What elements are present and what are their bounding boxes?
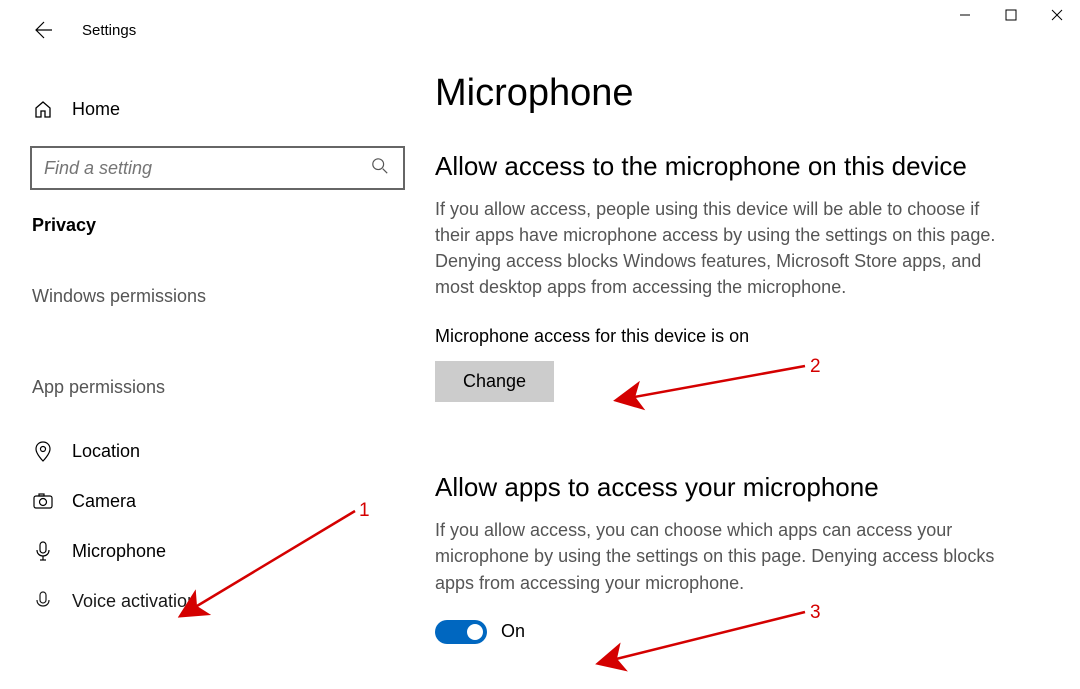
- section-allow-apps-desc: If you allow access, you can choose whic…: [435, 517, 1015, 595]
- category-privacy: Privacy: [20, 190, 415, 246]
- microphone-icon: [32, 540, 54, 562]
- sidebar: Settings Home Privacy Windows permission…: [0, 0, 435, 689]
- nav-item-label: Voice activation: [72, 591, 197, 612]
- allow-apps-toggle-label: On: [501, 621, 525, 642]
- location-icon: [32, 440, 54, 462]
- nav-home-label: Home: [72, 99, 120, 120]
- search-input[interactable]: [44, 158, 371, 179]
- title-row: Settings: [20, 0, 415, 50]
- change-button[interactable]: Change: [435, 361, 554, 402]
- search-icon: [371, 157, 391, 180]
- settings-window: Settings Home Privacy Windows permission…: [0, 0, 1080, 689]
- search-box[interactable]: [30, 146, 405, 190]
- nav-home[interactable]: Home: [20, 80, 415, 138]
- nav-item-label: Microphone: [72, 541, 166, 562]
- section-allow-device-access-heading: Allow access to the microphone on this d…: [435, 151, 1060, 182]
- close-button[interactable]: [1034, 0, 1080, 30]
- section-allow-apps-heading: Allow apps to access your microphone: [435, 472, 1060, 503]
- main-content: Microphone Allow access to the microphon…: [435, 0, 1080, 689]
- back-button[interactable]: [30, 18, 54, 42]
- voice-activation-icon: [32, 590, 54, 612]
- section-allow-device-access-desc: If you allow access, people using this d…: [435, 196, 1015, 300]
- nav-item-label: Location: [72, 441, 140, 462]
- app-title: Settings: [82, 22, 136, 39]
- home-icon: [32, 98, 54, 120]
- nav-item-camera[interactable]: Camera: [20, 476, 415, 526]
- group-windows-permissions: Windows permissions: [20, 246, 415, 321]
- nav-item-voice-activation[interactable]: Voice activation: [20, 576, 415, 626]
- device-access-status: Microphone access for this device is on: [435, 326, 1060, 347]
- group-app-permissions: App permissions: [20, 321, 415, 412]
- arrow-left-icon: [32, 20, 52, 40]
- camera-icon: [32, 490, 54, 512]
- minimize-button[interactable]: [942, 0, 988, 30]
- window-controls: [942, 0, 1080, 40]
- allow-apps-toggle[interactable]: [435, 620, 487, 644]
- maximize-button[interactable]: [988, 0, 1034, 30]
- nav-item-label: Camera: [72, 491, 136, 512]
- nav-item-location[interactable]: Location: [20, 426, 415, 476]
- nav-item-microphone[interactable]: Microphone: [20, 526, 415, 576]
- page-title: Microphone: [435, 72, 1060, 115]
